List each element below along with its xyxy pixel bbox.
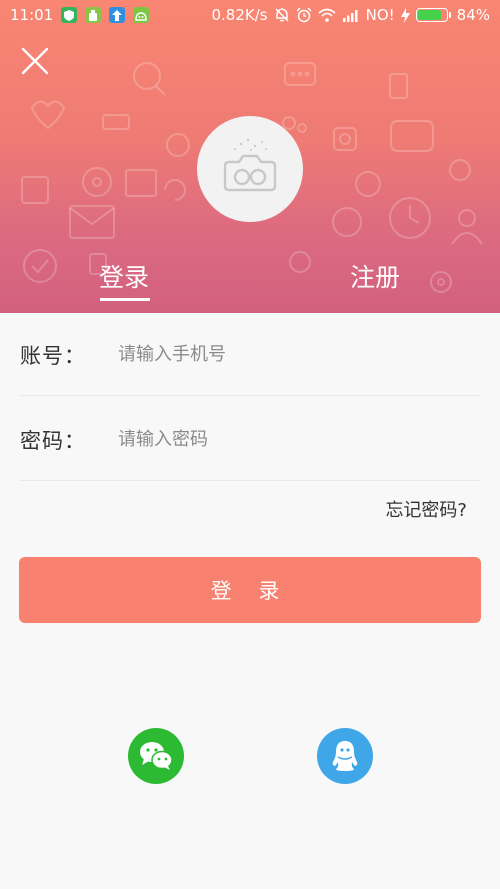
qq-login-button[interactable] — [317, 728, 373, 784]
charging-icon — [400, 7, 410, 23]
forgot-password-link[interactable]: 忘记密码? — [385, 496, 467, 522]
header-banner: 11:01 0.82K/s NO! 84% 登录 注册 — [0, 0, 500, 313]
wechat-icon — [140, 742, 173, 770]
login-button[interactable]: 登 录 — [19, 557, 481, 623]
wechat-login-button[interactable] — [128, 728, 184, 784]
android-app-icon — [85, 7, 102, 23]
shield-app-icon — [61, 7, 78, 23]
active-tab-indicator — [100, 298, 150, 301]
tab-register[interactable]: 注册 — [347, 258, 403, 298]
android-debug-icon — [133, 7, 150, 23]
avatar-button[interactable] — [197, 116, 303, 222]
qq-icon — [332, 741, 358, 771]
battery-percent: 84% — [456, 6, 490, 24]
upload-app-icon — [109, 7, 126, 23]
clock-time: 11:01 — [10, 6, 54, 24]
password-label: 密码： — [20, 428, 86, 453]
wifi-icon — [318, 8, 336, 22]
close-button[interactable] — [18, 44, 52, 78]
password-row: 密码： — [20, 399, 480, 481]
password-input[interactable] — [118, 419, 458, 460]
signal-icon — [342, 10, 358, 22]
camera-icon — [223, 138, 277, 192]
status-bar: 11:01 0.82K/s NO! 84% — [0, 0, 500, 30]
account-input[interactable] — [118, 334, 458, 375]
close-icon — [21, 47, 49, 75]
network-speed: 0.82K/s — [211, 6, 268, 24]
alarm-icon — [296, 7, 312, 23]
account-label: 账号： — [20, 343, 86, 368]
battery-icon — [415, 8, 451, 22]
tab-login[interactable]: 登录 — [96, 258, 152, 298]
carrier-label: NO! — [365, 6, 395, 24]
account-row: 账号： — [20, 314, 480, 396]
mute-icon — [275, 8, 289, 22]
